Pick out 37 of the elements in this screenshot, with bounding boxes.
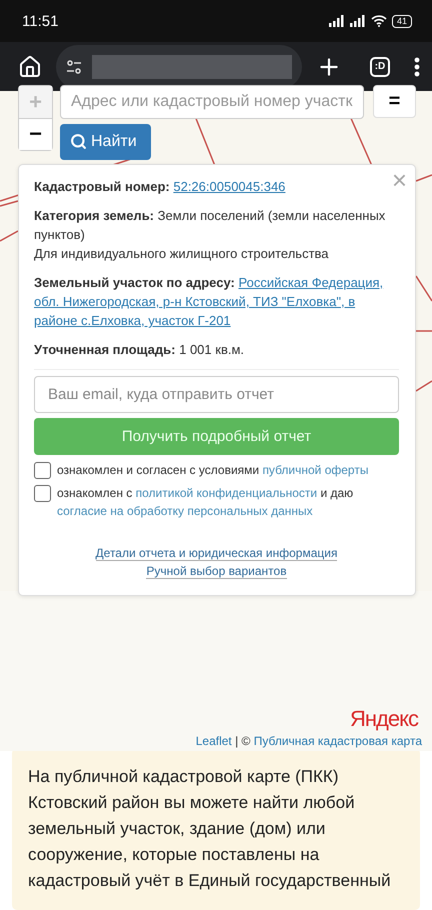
agreement-link[interactable]: публичной оферты: [262, 462, 368, 477]
more-icon[interactable]: [414, 56, 420, 77]
agreement-link[interactable]: согласие на обработку персональных данных: [57, 504, 313, 518]
footer-link[interactable]: Детали отчета и юридическая информация: [96, 546, 338, 561]
zoom-out-button[interactable]: −: [19, 118, 52, 150]
parcel-field: Уточненная площадь: 1 001 кв.м.: [34, 340, 399, 359]
email-field[interactable]: Ваш email, куда отправить отчет: [34, 376, 399, 413]
map-provider-logo: Яндекс: [350, 706, 418, 732]
parcel-field: Земельный участок по адресу: Российская Федерация, обл. Нижегородская, р-н Кстовский, ТИЗ "Елховка", в районе с.Елховка, участок Г-201: [34, 272, 399, 330]
find-button[interactable]: Найти: [60, 124, 151, 160]
checkbox[interactable]: [34, 484, 51, 502]
search-icon: [70, 133, 87, 150]
tune-icon[interactable]: [66, 60, 82, 74]
parcel-field: Категория земель: Земли поселений (земли населенных пунктов) Для индивидуального жилищного строительства: [34, 206, 399, 263]
checkbox[interactable]: [34, 462, 51, 479]
field-link[interactable]: районе с.Елховка, участок Г-201: [34, 312, 231, 328]
signal-icon: [350, 15, 366, 28]
agreement-text: ознакомлен и согласен с условиями публичной оферты: [57, 462, 368, 479]
field-link[interactable]: 52:26:0050045:346: [173, 178, 286, 194]
clock: 11:51: [22, 12, 58, 30]
wifi-icon: [370, 15, 387, 28]
attribution-link[interactable]: Публичная кадастровая карта: [254, 734, 422, 748]
agreement-text: ознакомлен с политикой конфиденциальности и даю согласие на обработку персональных данных: [57, 484, 354, 520]
search-field[interactable]: Адрес или кадастровый номер участк: [60, 84, 364, 119]
tabs-button[interactable]: :D: [370, 56, 390, 77]
home-icon: [18, 54, 42, 79]
signal-icon: [328, 15, 345, 28]
attribution-text: | ©: [234, 734, 252, 748]
info-text: На публичной кадастровой карте (ПКК) Кстовский район вы можете найти любой земельный участок, здание (дом) или сооружение, которые поставлены на кадастровый учёт в Единый государственный: [28, 766, 392, 892]
menu-button[interactable]: =: [373, 84, 416, 118]
field-link[interactable]: обл. Нижегородская, р-н Кстовский, ТИЗ "Елховка", в: [34, 294, 356, 309]
agreement-link[interactable]: политикой конфиденциальности: [136, 486, 318, 500]
field-link[interactable]: Российская Федерация,: [238, 274, 384, 290]
battery-indicator: 41: [392, 14, 412, 28]
footer-link[interactable]: Ручной выбор вариантов: [146, 564, 287, 579]
report-button[interactable]: Получить подробный отчет: [34, 418, 399, 455]
attribution-link[interactable]: Leaflet: [196, 734, 232, 748]
